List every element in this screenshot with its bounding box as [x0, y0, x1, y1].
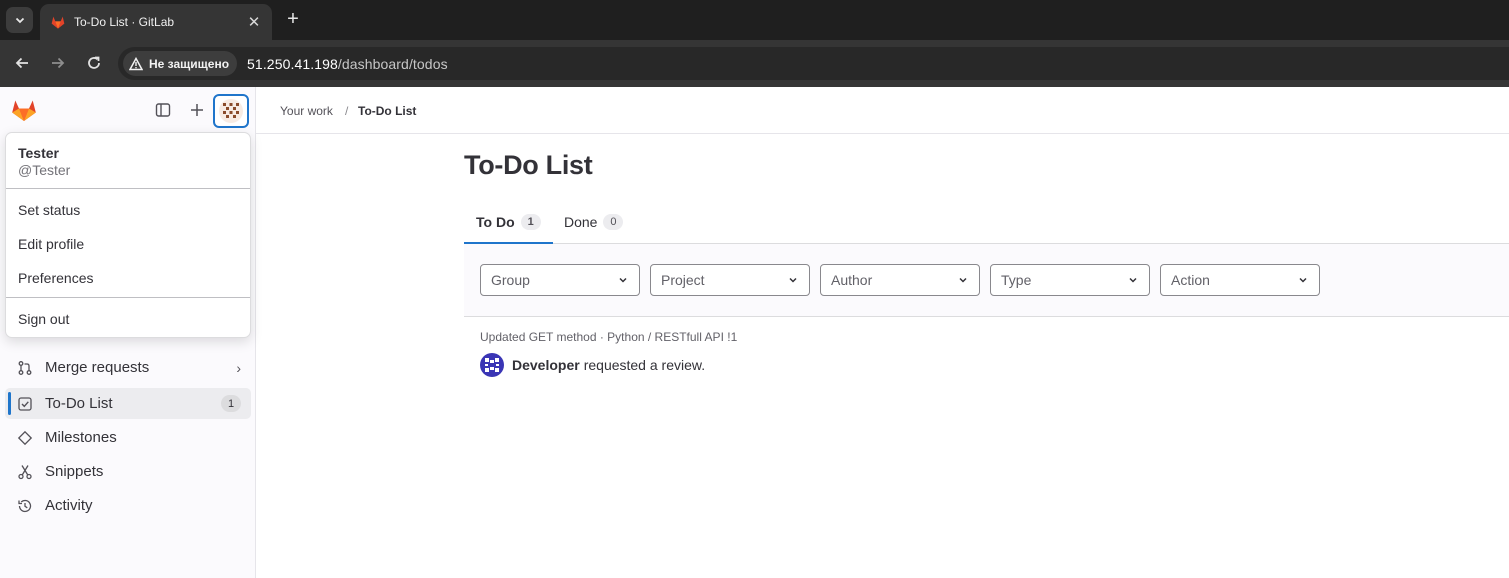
page-title: To-Do List	[464, 150, 593, 180]
gitlab-favicon-icon	[51, 16, 65, 29]
type-filter-dropdown[interactable]: Type	[990, 264, 1150, 296]
chevron-down-icon	[959, 277, 967, 283]
todo-author[interactable]: Developer	[512, 357, 580, 373]
user-menu-button[interactable]	[213, 94, 249, 128]
sidebar-item-label: Merge requests	[45, 359, 150, 376]
arrow-right-icon	[52, 57, 65, 69]
reload-button[interactable]	[83, 52, 105, 74]
sidebar-item-label: Milestones	[45, 429, 117, 446]
plus-icon	[191, 104, 203, 116]
user-name[interactable]: Tester	[18, 145, 59, 161]
identicon-icon	[485, 358, 499, 372]
chevron-down-icon	[15, 17, 24, 24]
chevron-down-icon	[619, 277, 627, 283]
project-filter-dropdown[interactable]: Project	[650, 264, 810, 296]
milestone-icon	[16, 429, 34, 447]
gitlab-logo-icon[interactable]	[11, 98, 37, 122]
url-text: 51.250.41.198/dashboard/todos	[247, 56, 448, 72]
sidebar-item-activity[interactable]: Activity	[5, 490, 251, 521]
sidebar-item-label: Snippets	[45, 463, 104, 480]
set-status-item[interactable]: Set status	[18, 202, 80, 218]
sign-out-item[interactable]: Sign out	[18, 311, 69, 327]
user-handle[interactable]: @Tester	[18, 162, 70, 178]
history-icon	[16, 497, 34, 515]
new-tab-button[interactable]: +	[282, 8, 304, 30]
top-bar: Your work / To-Do List	[256, 87, 1509, 134]
chevron-down-icon	[1299, 277, 1307, 283]
sidebar-item-label: To-Do List	[45, 395, 113, 412]
sidebar-item-milestones[interactable]: Milestones	[5, 422, 251, 453]
merge-request-icon	[16, 359, 34, 377]
tab-count-badge: 0	[603, 213, 624, 230]
filter-label: Author	[831, 272, 873, 288]
sidebar-toggle-icon	[155, 103, 171, 117]
todo-item[interactable]: Developer requested a review.	[480, 353, 705, 377]
action-filter-dropdown[interactable]: Action	[1160, 264, 1320, 296]
filter-label: Action	[1171, 272, 1210, 288]
menu-divider	[6, 297, 250, 298]
preferences-item[interactable]: Preferences	[18, 270, 93, 286]
todo-count-badge: 1	[221, 395, 241, 412]
chevron-right-icon: ›	[236, 359, 241, 376]
filter-label: Group	[491, 272, 530, 288]
user-avatar	[219, 99, 243, 123]
create-new-button[interactable]	[186, 99, 208, 121]
filter-label: Project	[661, 272, 705, 288]
sidebar-item-label: Activity	[45, 497, 93, 514]
group-filter-dropdown[interactable]: Group	[480, 264, 640, 296]
browser-tabbar: To-Do List · GitLab ✕ +	[0, 0, 1509, 40]
breadcrumb-separator: /	[345, 104, 349, 118]
menu-divider	[6, 188, 250, 189]
warning-icon	[129, 56, 143, 70]
chevron-down-icon	[1129, 277, 1137, 283]
url-path: /dashboard/todos	[337, 55, 448, 72]
tab-label: Done	[564, 213, 598, 230]
tab-search-button[interactable]	[6, 7, 33, 33]
back-button[interactable]	[11, 52, 33, 74]
browser-toolbar: Не защищено 51.250.41.198/dashboard/todo…	[0, 40, 1509, 87]
forward-button[interactable]	[47, 52, 69, 74]
breadcrumb-current[interactable]: To-Do List	[358, 104, 416, 118]
address-bar[interactable]: Не защищено 51.250.41.198/dashboard/todo…	[118, 47, 1509, 80]
chevron-down-icon	[789, 277, 797, 283]
browser-tab-active[interactable]: To-Do List · GitLab ✕	[40, 4, 272, 40]
scissors-icon	[16, 463, 34, 481]
sidebar-item-snippets[interactable]: Snippets	[5, 456, 251, 487]
tab-to-do[interactable]: To Do 1	[464, 200, 553, 244]
reload-icon	[88, 56, 100, 69]
browser-tab-title: To-Do List · GitLab	[74, 15, 175, 29]
user-menu-dropdown: Tester @Tester Set status Edit profile P…	[5, 132, 251, 338]
security-label: Не защищено	[149, 56, 230, 71]
url-host: 51.250.41.198	[247, 55, 338, 72]
tab-label: To Do	[476, 213, 515, 230]
sidebar-item-todo-list[interactable]: To-Do List 1	[5, 388, 251, 419]
tab-done[interactable]: Done 0	[552, 200, 635, 243]
filter-label: Type	[1001, 272, 1032, 288]
close-tab-icon[interactable]: ✕	[246, 13, 262, 31]
arrow-left-icon	[15, 57, 28, 69]
todo-tabs: To Do 1 Done 0	[464, 200, 1509, 244]
edit-profile-item[interactable]: Edit profile	[18, 236, 84, 252]
author-filter-dropdown[interactable]: Author	[820, 264, 980, 296]
developer-avatar[interactable]	[480, 353, 504, 377]
identicon-icon	[223, 103, 239, 118]
tab-count-badge: 1	[520, 213, 541, 230]
todo-done-icon	[16, 395, 34, 413]
security-indicator[interactable]: Не защищено	[123, 51, 238, 76]
sidebar-item-merge-requests[interactable]: Merge requests ›	[5, 352, 251, 383]
toggle-sidebar-button[interactable]	[152, 99, 174, 121]
filter-bar: Group Project Author Type Action	[464, 244, 1509, 317]
breadcrumb-your-work[interactable]: Your work	[280, 104, 333, 118]
todo-action-text: requested a review.	[583, 357, 706, 373]
todo-context-link[interactable]: Updated GET method · Python / RESTfull A…	[480, 330, 737, 344]
